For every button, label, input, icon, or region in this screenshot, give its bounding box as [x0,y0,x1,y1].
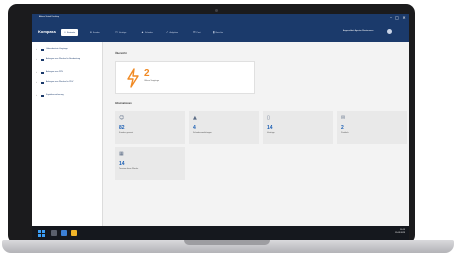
app-window: Allianz Virtual Desktop – □ ✕ Kompass ⌂S… [32,14,409,226]
trackpad-notch [184,240,270,245]
home-icon: ⌂ [64,30,66,34]
tile-value: 82 [119,125,125,131]
laptop-mockup: Allianz Virtual Desktop – □ ✕ Kompass ⌂S… [0,0,460,257]
person-icon: ● [90,30,92,34]
tab-aufgaben[interactable]: ✓Aufgaben [163,29,181,36]
edge-browser-icon[interactable] [61,230,67,236]
tile-label: Verträge [267,132,275,134]
app-logo[interactable]: Kompass [38,29,56,34]
tab-vertraege[interactable]: ▭Verträge [112,29,129,36]
tile-value: 2 [341,125,344,131]
tile-postfach[interactable]: ✉ 2 Postfach [337,111,407,144]
folder-icon [41,59,44,61]
sidebar-item-pkv[interactable]: › Anfragen zum PKV [36,71,100,77]
window-title: Allianz Virtual Desktop [39,16,59,18]
chevron-right-icon: › [36,93,37,97]
tile-value: 4 [193,125,196,131]
sidebar-item-unbearbeitete[interactable]: › Unbearbeitete Vorgänge [36,48,100,54]
folder-icon [41,95,44,97]
close-button[interactable]: ✕ [401,15,407,21]
open-tasks-label: Offene Vorgänge [144,80,160,82]
laptop-base [2,240,454,253]
overview-heading: Übersicht [115,52,127,55]
tile-kunden[interactable]: ☺ 82 Kunden gesamt [115,111,185,144]
tab-post[interactable]: ✉Post [190,29,204,36]
tile-vertraege[interactable]: ▯ 14 Verträge [263,111,333,144]
warning-icon: ▲ [193,115,197,121]
tab-schaden[interactable]: ▲Schaden [138,29,156,36]
sidebar-item-wechsel-pkv[interactable]: › Anfragen zum Wechsel in PKV [36,81,100,89]
lightning-icon [127,68,139,88]
mail-icon: ✉ [341,115,346,121]
tile-label: Termine diese Woche [119,168,139,170]
tile-label: Kunden gesamt [119,132,134,134]
laptop-screen: Allianz Virtual Desktop – □ ✕ Kompass ⌂S… [32,14,409,241]
sidebar-item-kapitalversicherung[interactable]: › Kapitalversicherung [36,94,100,100]
check-icon: ✓ [166,30,169,34]
tab-startseite[interactable]: ⌂Startseite [61,29,79,36]
people-icon: ☺ [119,115,125,121]
chevron-right-icon: › [36,80,37,84]
folder-icon [41,49,44,51]
document-icon: ▯ [267,115,270,121]
system-clock[interactable]: 10:15 15.03.2023 [387,229,405,235]
tile-label: Schadensmeldungen [193,132,212,134]
tab-berichte[interactable]: ▮Berichte [210,29,226,36]
chevron-right-icon: › [36,57,37,61]
laptop-lid: Allianz Virtual Desktop – □ ✕ Kompass ⌂S… [8,4,415,244]
folder-icon [41,72,44,74]
document-icon: ▭ [115,30,118,34]
search-icon[interactable] [51,230,57,236]
mail-icon: ✉ [193,30,196,34]
tile-termine[interactable]: ▦ 14 Termine diese Woche [115,147,185,180]
tile-schaden[interactable]: ▲ 4 Schadensmeldungen [189,111,259,144]
sidebar: › Unbearbeitete Vorgänge › Anfragen zum … [32,42,103,226]
folder-icon [41,82,44,84]
chevron-right-icon: › [36,70,37,74]
calendar-icon: ▦ [119,151,124,157]
window-titlebar: Allianz Virtual Desktop – □ ✕ [32,14,409,22]
tab-kunden[interactable]: ●Kunden [87,29,103,36]
chevron-right-icon: › [36,47,37,51]
info-heading: Informationen [115,102,132,105]
windows-start-button[interactable] [38,230,45,237]
webcam [215,9,218,12]
app-header: Kompass ⌂Startseite ●Kunden ▭Verträge ▲S… [32,22,409,42]
taskbar: 10:15 15.03.2023 [32,226,409,241]
tile-label: Postfach [341,132,349,134]
file-explorer-icon[interactable] [71,230,77,236]
warning-icon: ▲ [141,30,144,34]
tile-value: 14 [119,161,125,167]
open-tasks-count: 2 [144,68,150,79]
user-name: Angemeldet: Agentur Mustermann [343,30,374,32]
open-tasks-card[interactable]: 2 Offene Vorgänge [115,61,255,94]
maximize-button[interactable]: □ [394,15,400,21]
sidebar-item-wechsel-bearbeitung[interactable]: › Anfragen zum Wechsel in Bearbeitung [36,58,100,66]
clock-date: 15.03.2023 [394,232,405,234]
avatar[interactable] [387,29,392,34]
tile-value: 14 [267,125,273,131]
chart-icon: ▮ [213,30,215,34]
